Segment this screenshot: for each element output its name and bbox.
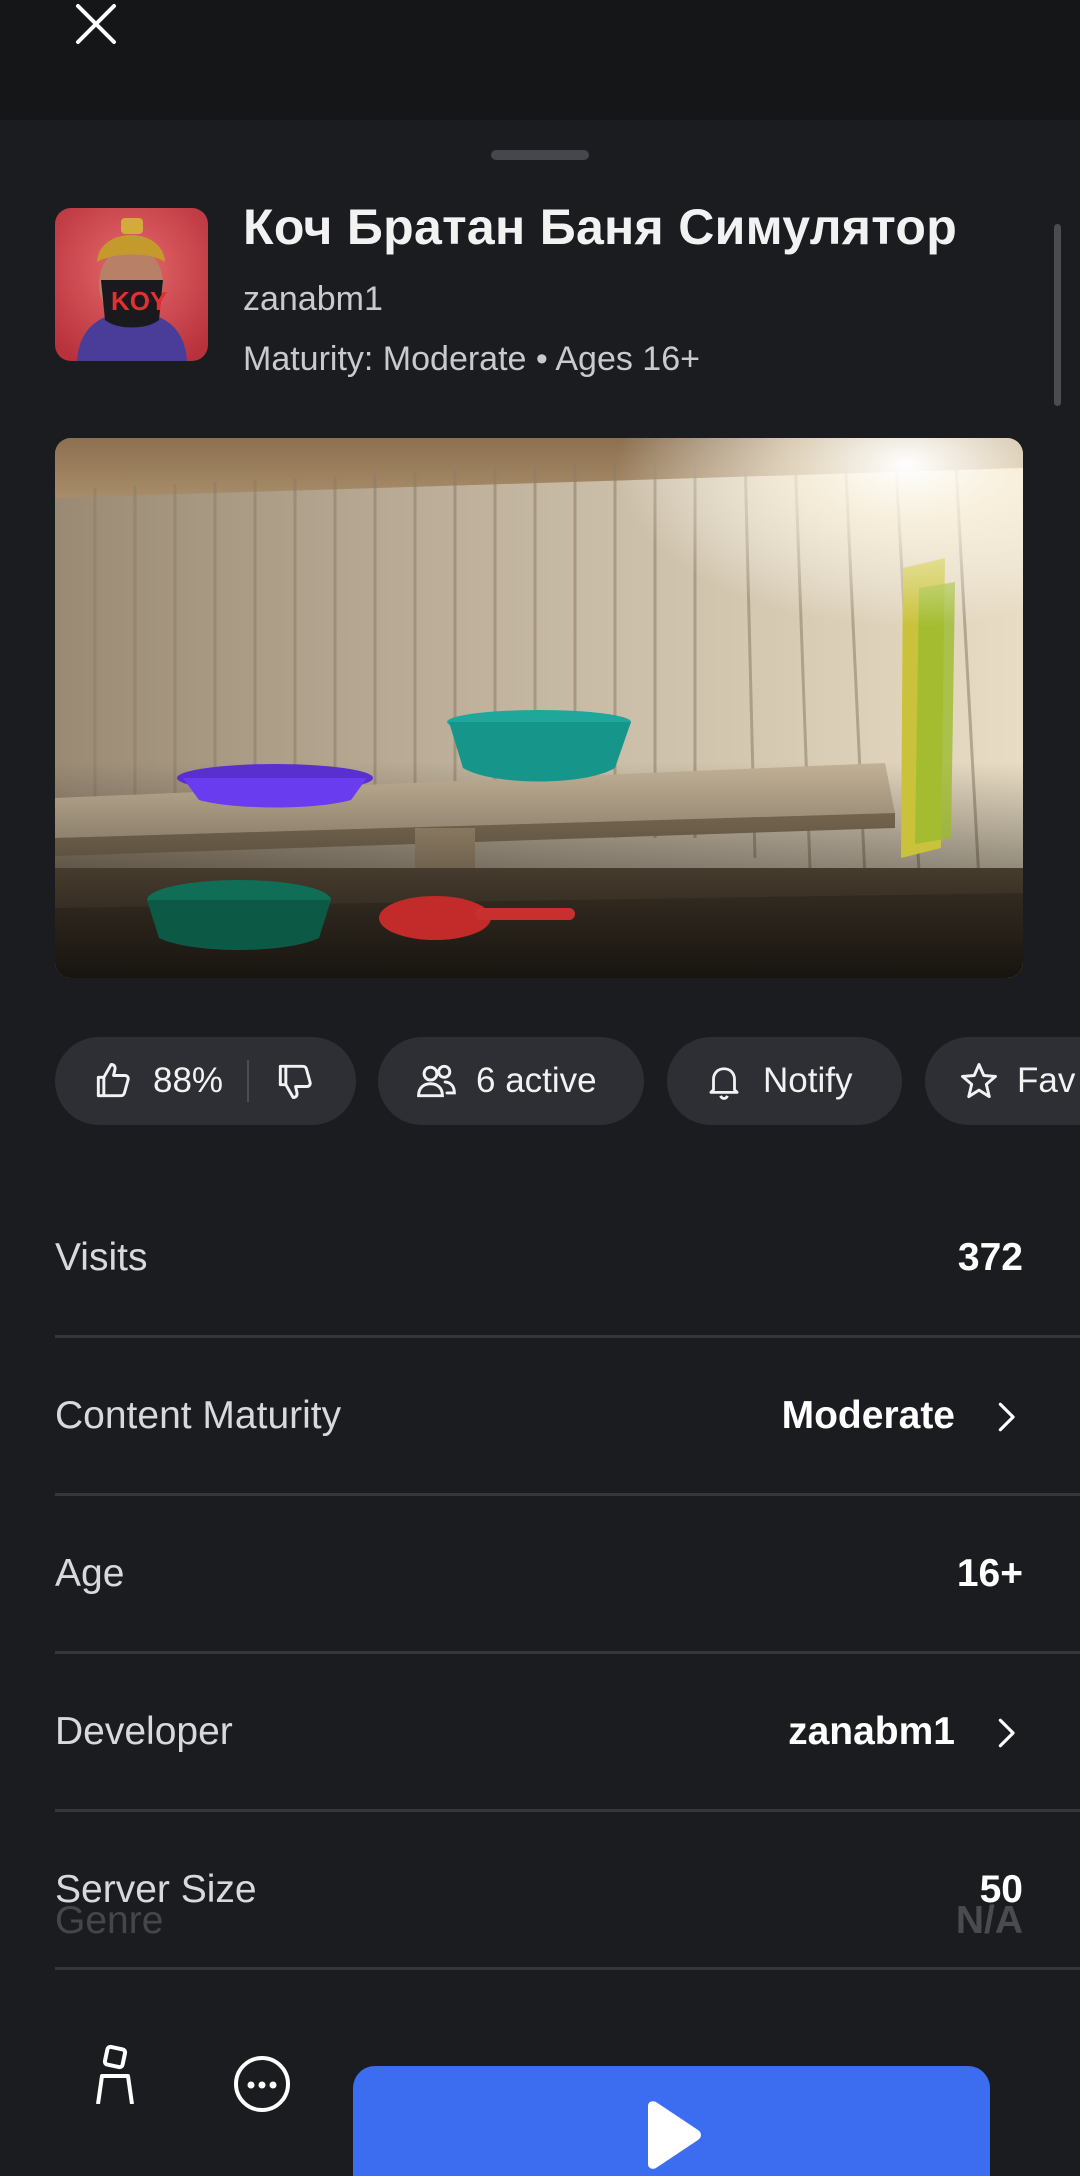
chevron-right-icon [998, 1718, 1015, 1748]
game-details-sheet: KOY Коч Братан Баня Симулятор zanabm1 Ma… [0, 120, 1080, 2148]
people-icon [417, 1064, 456, 1098]
chat-button[interactable] [232, 2054, 292, 2119]
stat-label: Genre [55, 1899, 164, 1942]
avatar-button[interactable] [92, 2044, 138, 2109]
action-pills: 88% 6 active Notify Fav [55, 1037, 1080, 1127]
play-icon [647, 2101, 701, 2169]
maturity-summary: Maturity: Moderate • Ages 16+ [243, 340, 700, 378]
thumbs-up-icon[interactable] [91, 1059, 135, 1103]
avatar-icon [96, 2044, 134, 2105]
stat-label: Visits [55, 1235, 148, 1279]
star-icon [961, 1063, 997, 1099]
game-stats-list: Visits 372 Content Maturity Moderate Age… [55, 1180, 1080, 1970]
play-button[interactable] [353, 2066, 990, 2176]
game-thumbnail[interactable] [55, 438, 1023, 978]
favorite-label: Fav [1017, 1061, 1076, 1100]
notify-pill[interactable]: Notify [667, 1037, 902, 1125]
chat-icon [234, 2056, 290, 2112]
stat-value: zanabm1 [788, 1709, 955, 1753]
top-bar [0, 0, 1080, 120]
stat-row-genre: Genre N/A [55, 1885, 1023, 1945]
rating-percent: 88% [153, 1061, 224, 1100]
notify-label: Notify [763, 1061, 853, 1100]
active-count: 6 active [476, 1061, 597, 1100]
stat-value: 372 [957, 1235, 1023, 1279]
active-players-pill[interactable]: 6 active [378, 1037, 644, 1125]
stat-label: Developer [55, 1709, 233, 1753]
vote-divider [247, 1060, 250, 1102]
stat-label: Age [55, 1551, 125, 1595]
sheet-handle[interactable] [491, 150, 589, 160]
stat-label: Content Maturity [55, 1393, 342, 1437]
stat-value: N/A [955, 1899, 1023, 1942]
game-title: Коч Братан Баня Симулятор [243, 199, 958, 255]
favorite-pill[interactable]: Fav [925, 1037, 1080, 1125]
stat-value: 16+ [956, 1551, 1023, 1595]
game-icon: KOY [55, 208, 208, 361]
stat-value: Moderate [781, 1393, 955, 1437]
stat-row-age: Age 16+ [55, 1496, 1080, 1654]
scrollbar[interactable] [1054, 224, 1061, 406]
stat-row-developer[interactable]: Developer zanabm1 [55, 1654, 1080, 1812]
thumbs-down-icon[interactable] [273, 1059, 317, 1103]
stat-row-visits: Visits 372 [55, 1180, 1080, 1338]
creator-name[interactable]: zanabm1 [243, 280, 383, 319]
bell-icon [709, 1067, 739, 1100]
close-icon [76, 4, 116, 44]
vote-pill: 88% [55, 1037, 356, 1125]
stat-row-content-maturity[interactable]: Content Maturity Moderate [55, 1338, 1080, 1496]
close-button[interactable] [70, 2, 122, 46]
chevron-right-icon [998, 1402, 1015, 1432]
svg-text:KOY: KOY [111, 286, 167, 316]
